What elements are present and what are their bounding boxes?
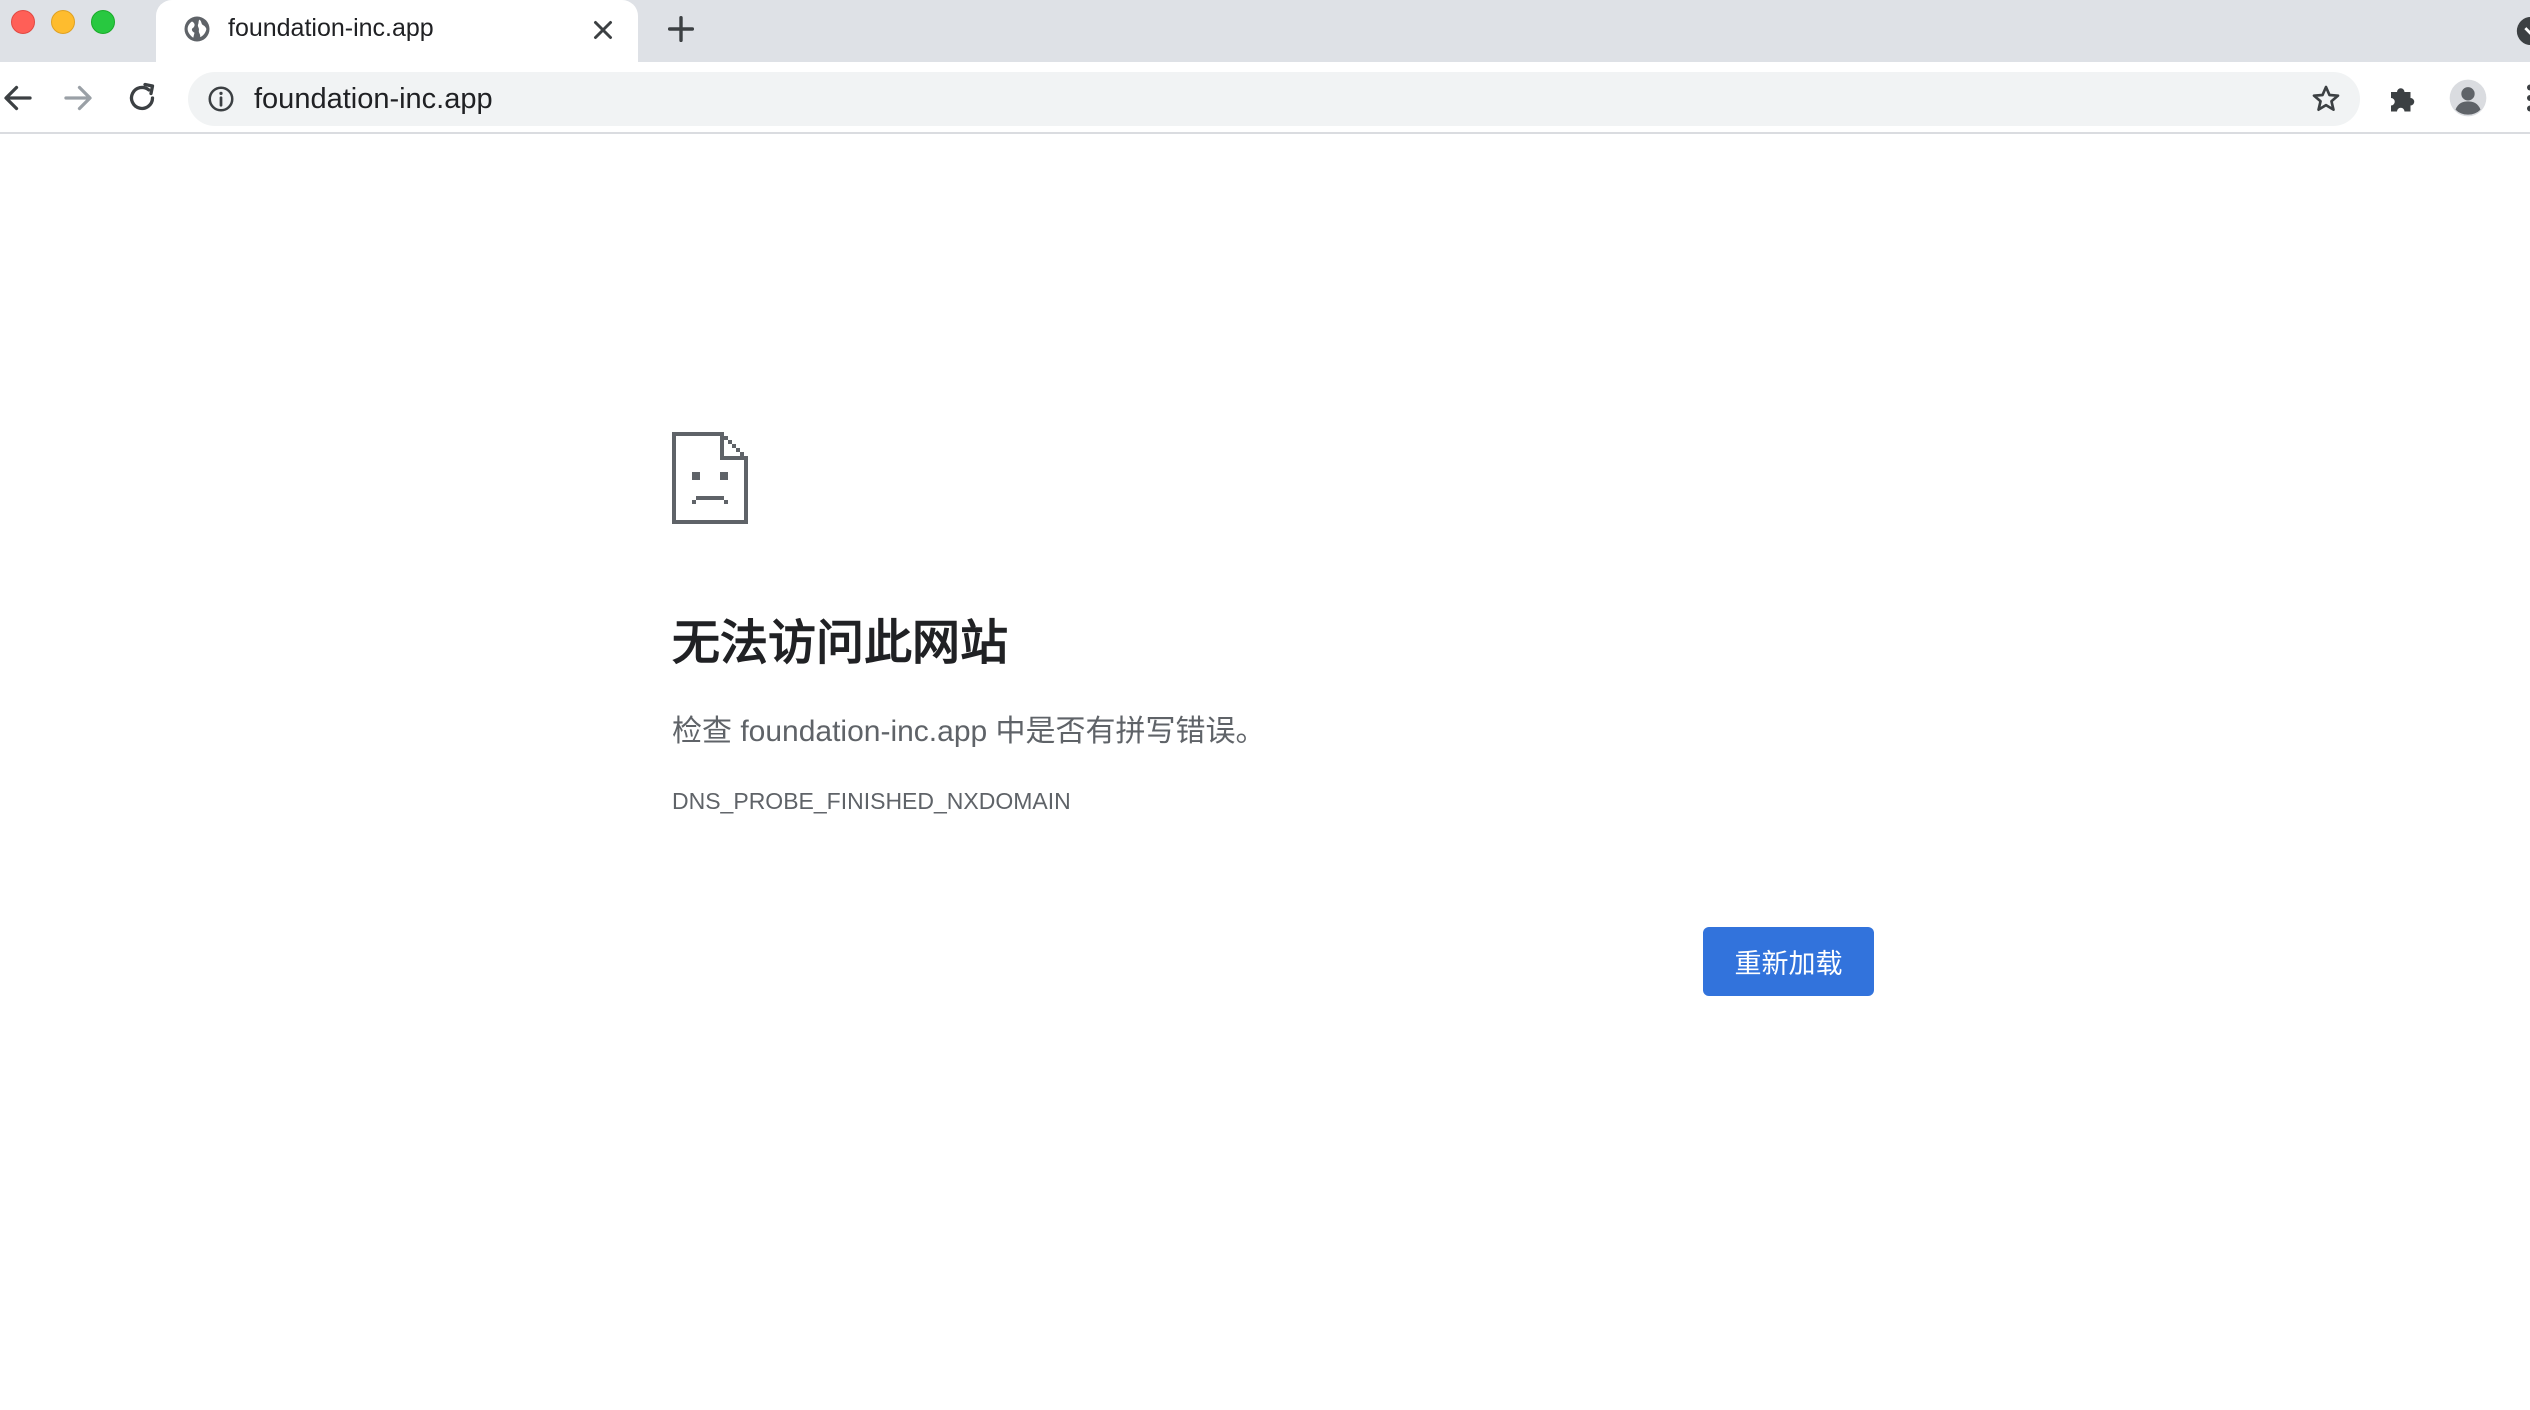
window-maximize-button[interactable] (91, 10, 115, 34)
kebab-menu-icon[interactable] (2512, 80, 2530, 116)
plus-icon[interactable] (664, 12, 698, 46)
browser-toolbar: foundation-inc.app (0, 62, 2530, 134)
window-close-button[interactable] (11, 10, 35, 34)
avatar-icon[interactable] (2448, 78, 2488, 118)
reload-icon[interactable] (124, 80, 160, 116)
error-heading: 无法访问此网站 (672, 617, 1009, 670)
address-bar[interactable]: foundation-inc.app (188, 72, 2360, 126)
close-icon[interactable] (588, 15, 618, 45)
active-tab[interactable]: foundation-inc.app (156, 0, 638, 62)
reload-button[interactable]: 重新加载 (1703, 927, 1874, 996)
info-icon[interactable] (206, 84, 236, 114)
url-text[interactable]: foundation-inc.app (254, 82, 493, 116)
window-minimize-button[interactable] (51, 10, 75, 34)
error-description: 检查 foundation-inc.app 中是否有拼写错误。 (672, 715, 1266, 748)
tab-title: foundation-inc.app (228, 14, 434, 42)
sad-document-icon (672, 432, 748, 524)
back-arrow-icon[interactable] (0, 80, 36, 116)
tab-strip: foundation-inc.app (0, 0, 2530, 62)
forward-arrow-icon[interactable] (60, 80, 96, 116)
globe-icon (184, 16, 210, 42)
tab-search-icon[interactable] (2514, 14, 2530, 48)
star-icon[interactable] (2310, 83, 2342, 115)
puzzle-icon[interactable] (2385, 80, 2421, 116)
error-code: DNS_PROBE_FINISHED_NXDOMAIN (672, 788, 1071, 814)
